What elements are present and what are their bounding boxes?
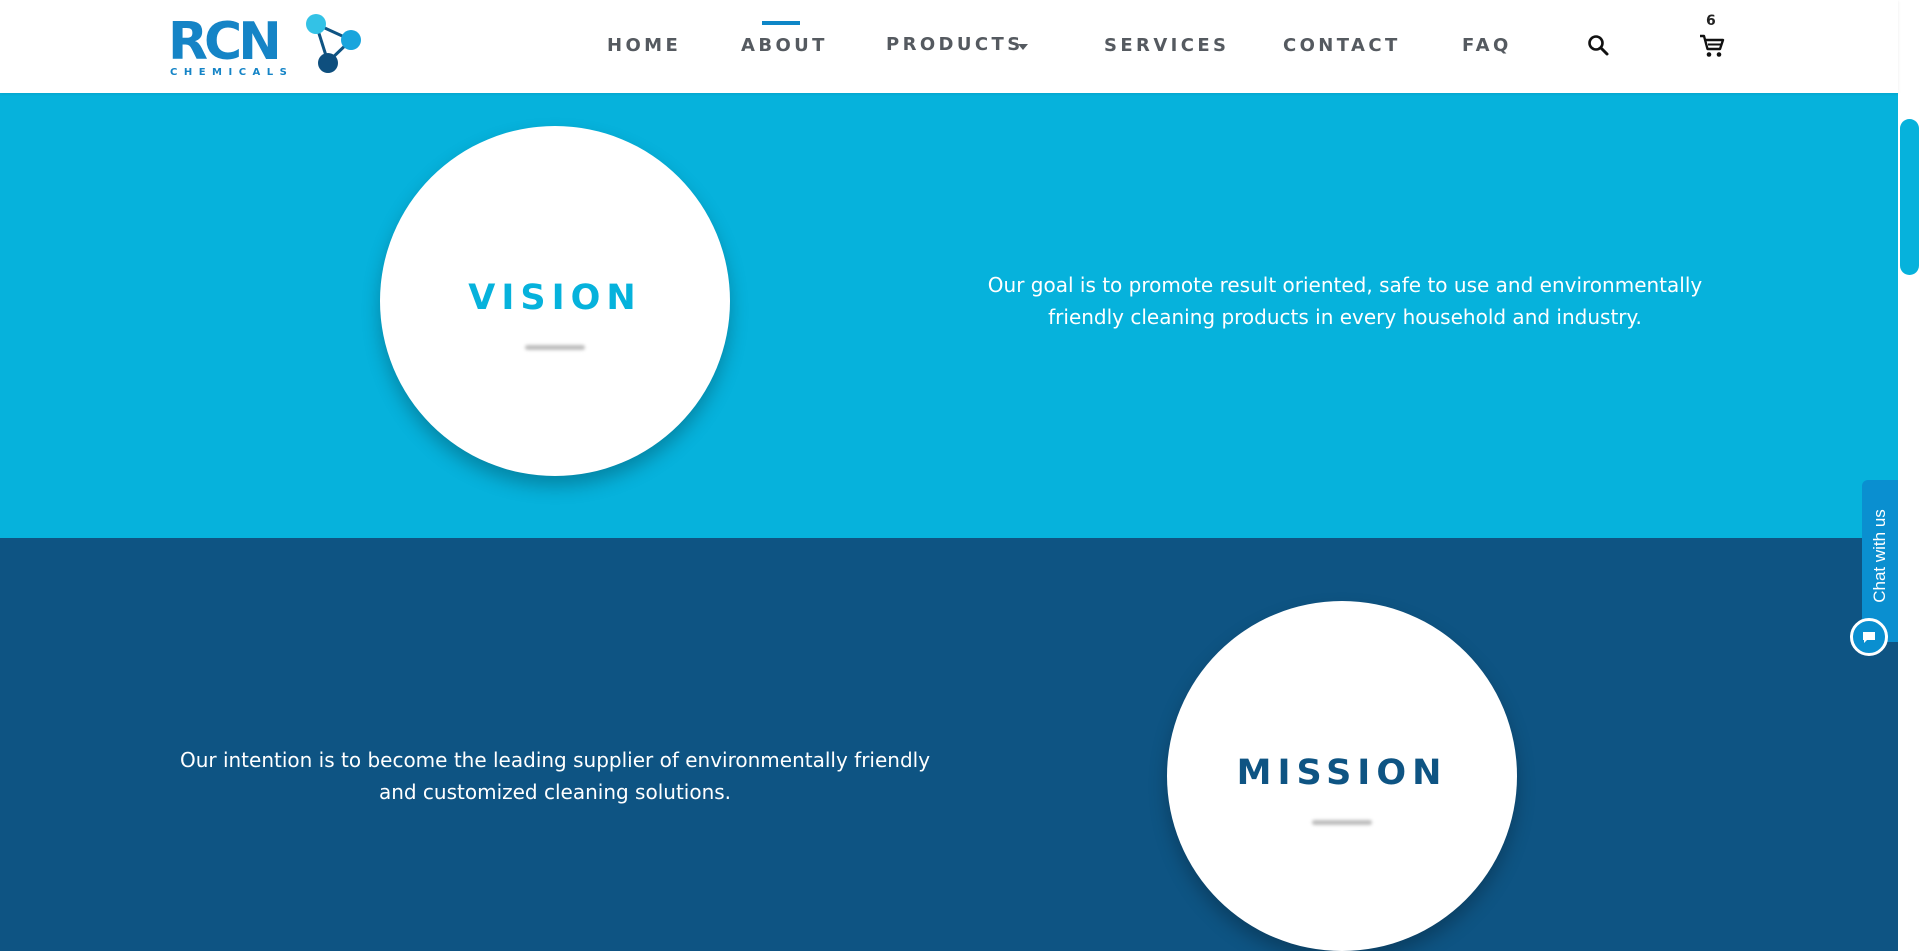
chat-bubble-icon[interactable] [1850, 618, 1888, 656]
nav-about[interactable]: ABOUT [741, 36, 828, 56]
vision-text: Our goal is to promote result oriented, … [987, 273, 1703, 329]
active-nav-indicator [762, 21, 800, 25]
nav-faq[interactable]: FAQ [1462, 36, 1512, 56]
logo-icon: RCN CHEMICALS [168, 12, 361, 78]
cart-count-badge: 6 [1706, 13, 1716, 29]
chat-tab-label[interactable]: Chat with us [1861, 504, 1899, 608]
rcn-chemicals-logo[interactable]: RCN CHEMICALS [168, 12, 368, 78]
title-underline [525, 345, 585, 350]
vision-circle: VISION [380, 126, 730, 476]
chat-label: Chat with us [1870, 509, 1890, 603]
mission-text: Our intention is to become the leading s… [179, 748, 931, 804]
title-underline [1312, 820, 1372, 825]
nav-products[interactable]: PRODUCTS [886, 35, 1024, 55]
scrollbar-thumb[interactable] [1900, 119, 1919, 275]
chevron-down-icon[interactable] [1018, 44, 1028, 50]
nav-contact[interactable]: CONTACT [1283, 36, 1401, 56]
site-header: RCN CHEMICALS HOME ABOUT PRODUCTS SERVIC… [0, 0, 1898, 93]
mission-circle: MISSION [1167, 601, 1517, 951]
nav-services[interactable]: SERVICES [1104, 36, 1229, 56]
nav-home[interactable]: HOME [607, 36, 681, 56]
cart-icon[interactable] [1698, 32, 1726, 60]
svg-text:RCN: RCN [168, 12, 278, 72]
search-icon[interactable] [1586, 33, 1612, 59]
svg-text:CHEMICALS: CHEMICALS [170, 67, 293, 78]
vision-title: VISION [468, 278, 642, 318]
mission-title: MISSION [1236, 753, 1448, 793]
